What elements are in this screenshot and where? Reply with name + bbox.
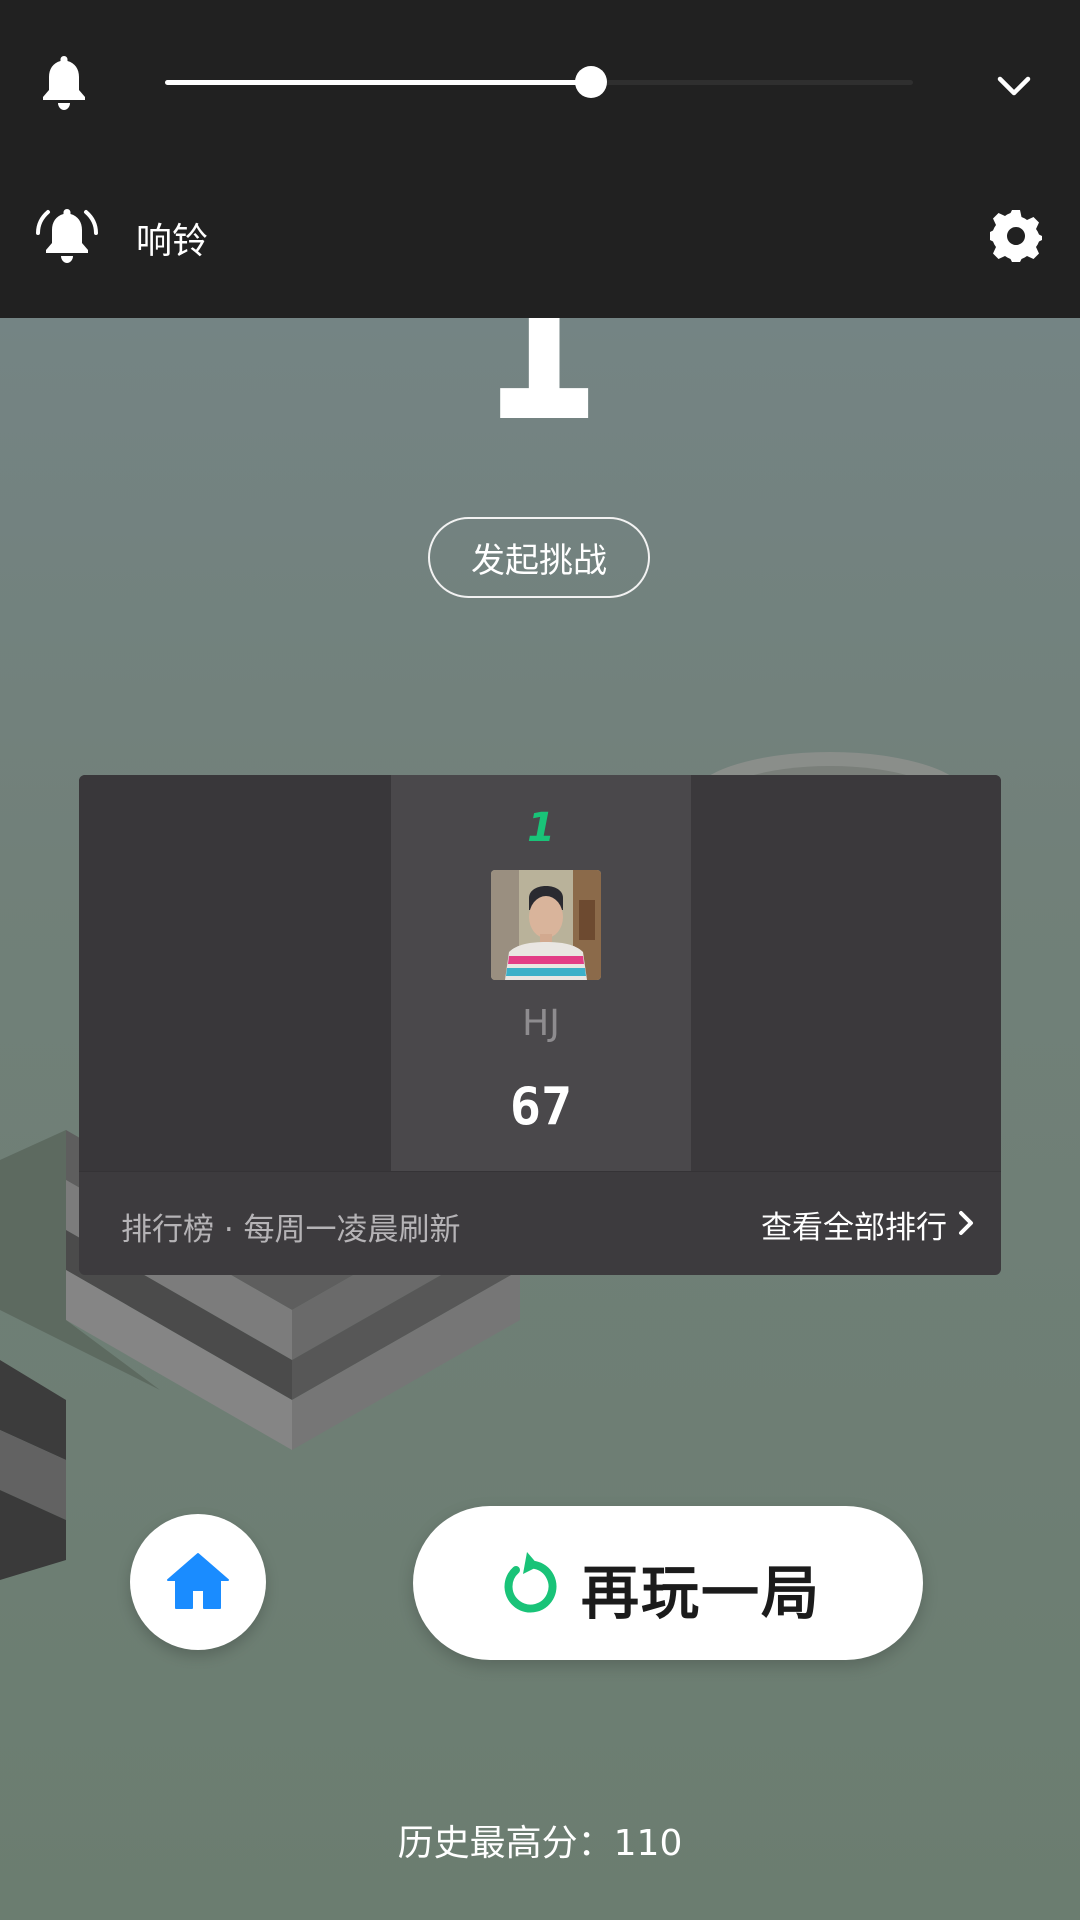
leaderboard-entry[interactable]: 1 HJ 67 xyxy=(391,775,691,1171)
play-again-label: 再玩一局 xyxy=(581,1559,822,1627)
player-name: HJ xyxy=(522,1003,560,1044)
home-icon xyxy=(167,1553,229,1609)
chevron-right-icon[interactable] xyxy=(957,1210,975,1236)
gear-icon[interactable] xyxy=(988,208,1044,264)
leaderboard-card: 1 HJ 67 排行榜 · 每周一凌晨刷新 查看全部排行 xyxy=(79,775,1001,1275)
best-score-label: 历史最高分：110 xyxy=(397,1823,683,1864)
rank-number: 1 xyxy=(527,805,555,851)
view-all-rankings-link[interactable]: 查看全部排行 xyxy=(761,1202,947,1247)
volume-slider[interactable] xyxy=(165,66,913,98)
replay-icon xyxy=(504,1552,557,1613)
volume-panel: 响铃 xyxy=(0,0,1080,318)
leaderboard-slot-empty-right xyxy=(691,775,1001,1171)
notification-bell-icon[interactable] xyxy=(36,52,92,112)
leaderboard-footer: 排行榜 · 每周一凌晨刷新 查看全部排行 xyxy=(79,1171,1001,1275)
leaderboard-refresh-note: 排行榜 · 每周一凌晨刷新 xyxy=(121,1212,461,1248)
chevron-down-icon[interactable] xyxy=(994,66,1034,106)
leaderboard-slot-empty-left xyxy=(79,775,391,1171)
slider-fill xyxy=(165,80,592,85)
player-score: 67 xyxy=(509,1077,573,1137)
play-again-button[interactable]: 再玩一局 xyxy=(413,1506,923,1660)
home-button[interactable] xyxy=(130,1514,266,1650)
ringer-mode-label[interactable]: 响铃 xyxy=(136,212,208,264)
slider-thumb[interactable] xyxy=(575,66,608,98)
avatar xyxy=(491,870,601,980)
challenge-button[interactable]: 发起挑战 xyxy=(428,517,650,598)
ringing-bell-icon[interactable] xyxy=(36,204,98,264)
current-score: 1 xyxy=(479,300,601,460)
